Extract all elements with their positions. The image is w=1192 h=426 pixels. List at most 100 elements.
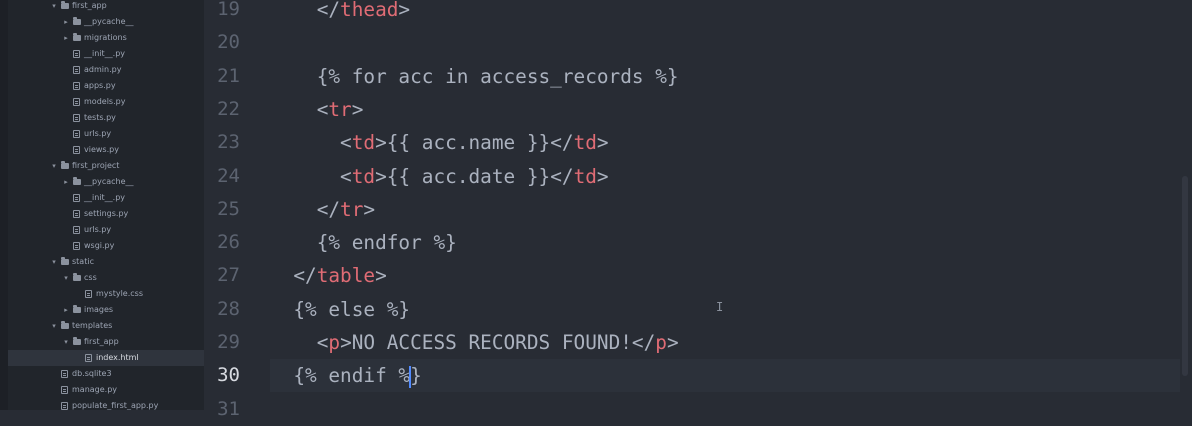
tree-folder[interactable]: ▾ first_project (8, 158, 204, 174)
tree-item-label: db.sqlite3 (72, 369, 112, 378)
chevron-down-icon[interactable]: ▾ (50, 254, 58, 270)
file-icon (61, 386, 68, 394)
file-icon (85, 354, 92, 362)
tree-folder[interactable]: ▾ first_app (8, 0, 204, 14)
tree-file[interactable]: manage.py (8, 382, 204, 398)
chevron-down-icon[interactable]: ▾ (50, 0, 58, 14)
folder-icon (73, 177, 81, 185)
code-editor[interactable]: 19 20 21 22 23 24 25 26 27 28 29 30 31 </thead> {% f… (204, 0, 1192, 420)
chevron-down-icon[interactable]: ▾ (50, 158, 58, 174)
code-text: > (363, 197, 376, 221)
chevron-down-icon[interactable]: ▾ (62, 270, 70, 286)
code-line[interactable]: </thead> (270, 0, 1180, 26)
code-line[interactable] (270, 393, 1180, 426)
tree-file[interactable]: models.py (8, 94, 204, 110)
file-icon (85, 290, 92, 298)
chevron-right-icon[interactable]: ▸ (62, 302, 70, 318)
html-tag-name: td (573, 131, 597, 155)
code-line[interactable]: <td>{{ acc.name }}</td> (270, 126, 1180, 159)
tree-item-label: views.py (84, 145, 119, 154)
vertical-scrollbar[interactable] (1182, 176, 1188, 376)
tree-file[interactable]: db.sqlite3 (8, 366, 204, 382)
tree-file[interactable]: settings.py (8, 206, 204, 222)
tree-folder[interactable]: ▸ __pycache__ (8, 174, 204, 190)
tree-item-label: urls.py (84, 225, 112, 234)
tree-file[interactable]: index.html (8, 350, 204, 366)
chevron-right-icon[interactable]: ▸ (62, 30, 70, 46)
tree-item-label: first_project (72, 161, 120, 170)
line-number-gutter: 19 20 21 22 23 24 25 26 27 28 29 30 31 (204, 0, 272, 420)
code-text: </ (270, 264, 317, 288)
tree-folder[interactable]: ▾ templates (8, 318, 204, 334)
tree-item-label: migrations (84, 33, 127, 42)
code-line[interactable]: {% endif %} (270, 359, 1180, 393)
file-icon (61, 402, 68, 410)
file-icon (73, 82, 80, 90)
chevron-down-icon[interactable]: ▾ (62, 334, 70, 350)
tree-folder[interactable]: ▾ static (8, 254, 204, 270)
code-text: < (270, 131, 352, 155)
code-text: {% endfor %} (270, 231, 457, 255)
code-text: {% for acc in access_records %} (270, 64, 679, 88)
tree-file[interactable]: tests.py (8, 110, 204, 126)
tree-file[interactable]: views.py (8, 142, 204, 158)
file-icon (73, 146, 80, 154)
tree-file[interactable]: urls.py (8, 126, 204, 142)
tree-item-label: admin.py (84, 65, 122, 74)
tree-item-label: first_app (84, 337, 119, 346)
html-tag-name: td (573, 164, 597, 188)
file-icon (73, 114, 80, 122)
tree-folder[interactable]: ▸ migrations (8, 30, 204, 46)
chevron-right-icon[interactable]: ▸ (62, 174, 70, 190)
tree-file[interactable]: apps.py (8, 78, 204, 94)
tree-folder[interactable]: ▾ css (8, 270, 204, 286)
line-number: 28 (217, 297, 240, 320)
tree-file[interactable]: __init__.py (8, 46, 204, 62)
code-line[interactable]: <p>NO ACCESS RECORDS FOUND!</p> (270, 326, 1180, 359)
tree-file[interactable]: wsgi.py (8, 238, 204, 254)
html-tag-name: td (351, 131, 376, 155)
file-icon (73, 242, 80, 250)
tree-file[interactable]: populate_first_app.py (8, 398, 204, 410)
html-tag-name: tr (340, 197, 364, 221)
code-line[interactable] (270, 26, 1180, 59)
file-icon (73, 130, 80, 138)
tree-item-label: apps.py (84, 81, 116, 90)
tree-file[interactable]: mystyle.css (8, 286, 204, 302)
html-tag-name: tr (328, 97, 352, 121)
tree-folder[interactable]: ▸ images (8, 302, 204, 318)
line-number: 24 (217, 164, 240, 187)
html-tag-name: thead (340, 0, 399, 21)
tree-file[interactable]: admin.py (8, 62, 204, 78)
html-tag-name: p (655, 331, 667, 354)
tree-folder[interactable]: ▸ __pycache__ (8, 14, 204, 30)
tree-file[interactable]: __init__.py (8, 190, 204, 206)
tree-item-label: images (84, 305, 114, 314)
file-icon (73, 226, 80, 234)
file-icon (73, 98, 80, 106)
html-tag-name: table (316, 264, 376, 288)
code-line[interactable]: {% else %} (270, 293, 1180, 326)
tree-folder[interactable]: ▾ first_app (8, 334, 204, 350)
code-line[interactable]: <td>{{ acc.date }}</td> (270, 160, 1180, 193)
file-icon (73, 194, 80, 202)
code-text: {% endif % (270, 364, 411, 388)
code-text: > (596, 131, 609, 155)
code-line[interactable]: {% endfor %} (270, 226, 1180, 259)
folder-icon (61, 321, 69, 329)
chevron-right-icon[interactable]: ▸ (62, 14, 70, 30)
code-line[interactable]: </tr> (270, 193, 1180, 226)
code-line[interactable]: <tr> (270, 93, 1180, 126)
folder-icon (61, 161, 69, 169)
code-line[interactable]: </table> (270, 259, 1180, 292)
code-text: > (375, 264, 387, 288)
tree-file[interactable]: urls.py (8, 222, 204, 238)
chevron-down-icon[interactable]: ▾ (50, 318, 58, 334)
tree-gutter (0, 0, 8, 410)
folder-icon (73, 337, 81, 345)
line-number: 29 (217, 331, 240, 353)
file-tree-panel[interactable]: ▾ first_app ▸ __pycache__ ▸ migrations __init_… (0, 0, 204, 410)
folder-icon (73, 17, 81, 25)
code-line[interactable]: {% for acc in access_records %} (270, 60, 1180, 93)
file-icon (73, 210, 80, 218)
